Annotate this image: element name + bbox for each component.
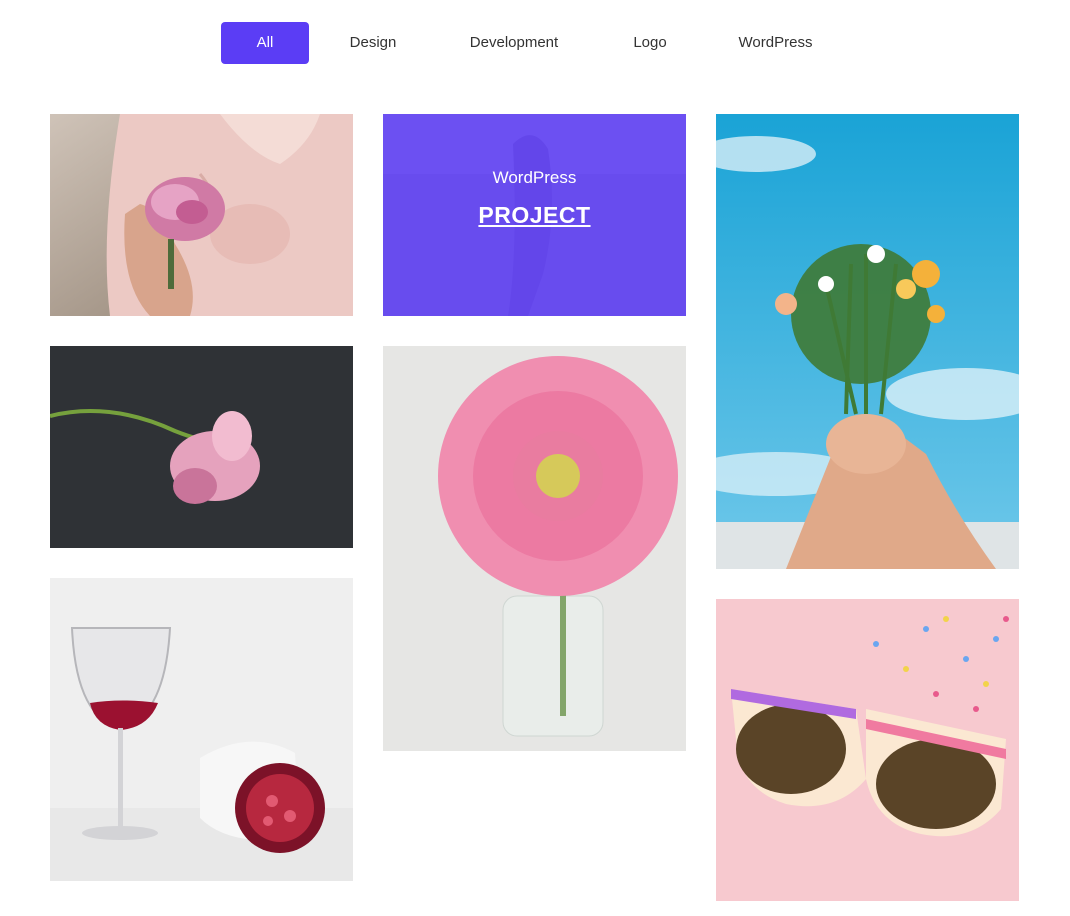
sunglasses-image xyxy=(716,599,1019,901)
portfolio-item-peony[interactable] xyxy=(50,114,353,316)
gerbera-image xyxy=(383,346,686,751)
pomegranate-image xyxy=(50,578,353,881)
project-category: WordPress xyxy=(492,167,577,187)
portfolio-item-lavender[interactable]: WordPress PROJECT xyxy=(383,114,686,316)
filter-logo-button[interactable]: Logo xyxy=(610,22,690,64)
project-title-link[interactable]: PROJECT xyxy=(478,202,590,229)
portfolio-item-sunglasses[interactable] xyxy=(716,599,1019,901)
filter-wordpress-button[interactable]: WordPress xyxy=(718,22,833,64)
filter-development-button[interactable]: Development xyxy=(446,22,582,64)
portfolio-filter-bar: All Design Development Logo WordPress xyxy=(0,22,1070,64)
bouquet-image xyxy=(716,114,1019,569)
portfolio-item-gerbera[interactable] xyxy=(383,346,686,751)
daisy-image xyxy=(50,346,353,548)
filter-all-button[interactable]: All xyxy=(221,22,309,64)
project-hover-overlay[interactable]: WordPress PROJECT xyxy=(383,114,686,316)
portfolio-item-daisy[interactable] xyxy=(50,346,353,548)
filter-design-button[interactable]: Design xyxy=(330,22,416,64)
portfolio-item-bouquet[interactable] xyxy=(716,114,1019,569)
portfolio-item-pomegranate[interactable] xyxy=(50,578,353,881)
peony-image xyxy=(50,114,353,316)
